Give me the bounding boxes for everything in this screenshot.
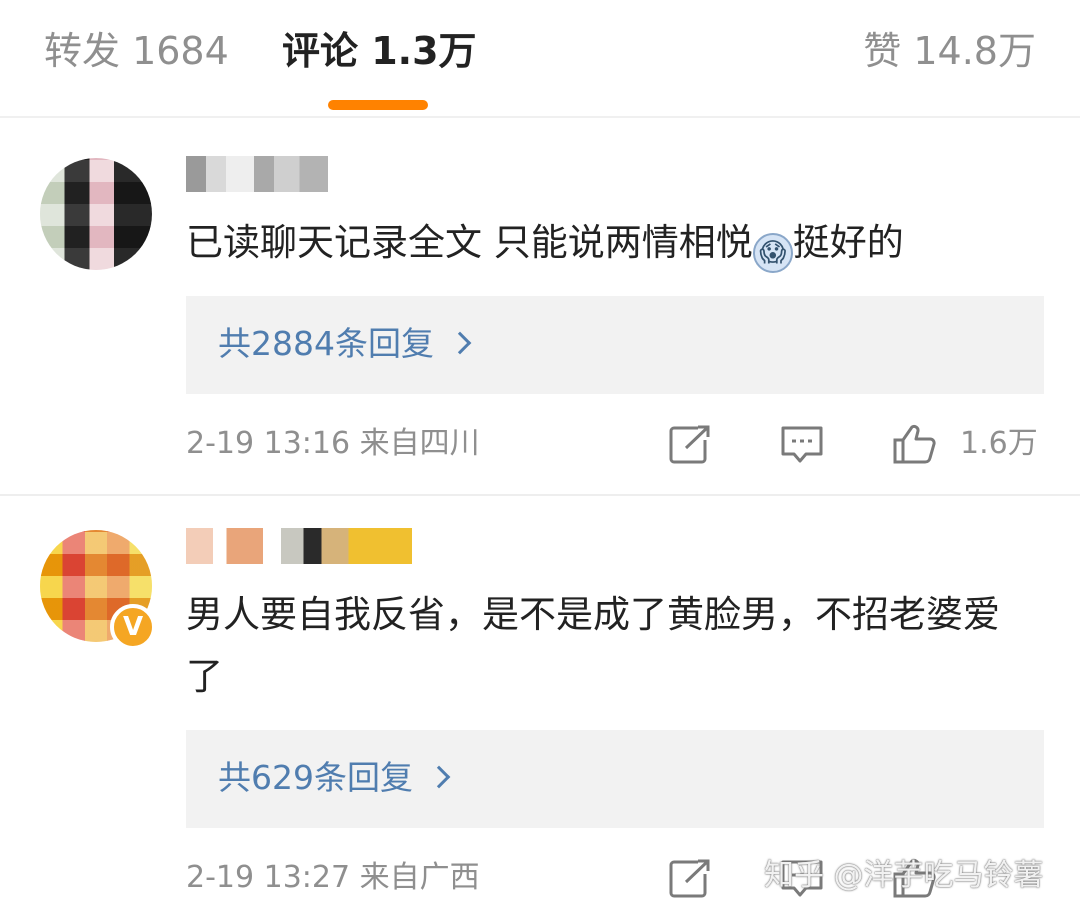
comment-item: V 男人要自我反省，是不是成了黄脸男，不招老婆爱了 共629条回复 2-19 1…: [0, 498, 1080, 916]
verified-badge-icon: V: [110, 604, 156, 650]
share-icon[interactable]: [668, 858, 712, 898]
chevron-right-icon: [427, 765, 451, 789]
like-count: 1.6万: [960, 426, 1038, 461]
chevron-right-icon: [448, 331, 472, 355]
comment-text: 已读聊天记录全文 只能说两情相悦 😱 挺好的: [186, 212, 1026, 274]
emoji: 😱: [752, 233, 793, 273]
comment-text-part: 挺好的: [792, 221, 904, 264]
tab-comments[interactable]: 评论 1.3万: [282, 28, 477, 74]
avatar[interactable]: [40, 158, 152, 270]
replies-box[interactable]: 共2884条回复: [186, 296, 1044, 394]
tab-reposts[interactable]: 转发 1684: [44, 28, 229, 74]
comment-tabs: 转发 1684 评论 1.3万 赞 14.8万: [0, 0, 1080, 118]
replies-box[interactable]: 共629条回复: [186, 730, 1044, 828]
comment-text: 男人要自我反省，是不是成了黄脸男，不招老婆爱了: [186, 593, 1000, 698]
active-tab-indicator: [328, 100, 428, 110]
comment-text-part: 已读聊天记录全文 只能说两情相悦: [186, 221, 753, 264]
replies-count: 共629条回复: [218, 758, 413, 797]
tab-likes[interactable]: 赞 14.8万: [863, 28, 1036, 74]
replies-count: 共2884条回复: [218, 324, 434, 363]
username-blurred[interactable]: [186, 528, 412, 564]
view-replies-link[interactable]: 共629条回复: [218, 756, 451, 800]
watermark: 知乎 @洋芋吃马铃薯: [764, 858, 1044, 893]
like-icon[interactable]: [892, 424, 936, 464]
comment-meta: 2-19 13:27 来自广西: [186, 860, 480, 895]
reply-icon[interactable]: [780, 424, 824, 464]
username-blurred[interactable]: [186, 156, 328, 192]
view-replies-link[interactable]: 共2884条回复: [218, 322, 472, 366]
comment-item: 已读聊天记录全文 只能说两情相悦 😱 挺好的 共2884条回复 2-19 13:16…: [0, 120, 1080, 496]
comment-meta: 2-19 13:16 来自四川: [186, 426, 480, 461]
share-icon[interactable]: [668, 424, 712, 464]
